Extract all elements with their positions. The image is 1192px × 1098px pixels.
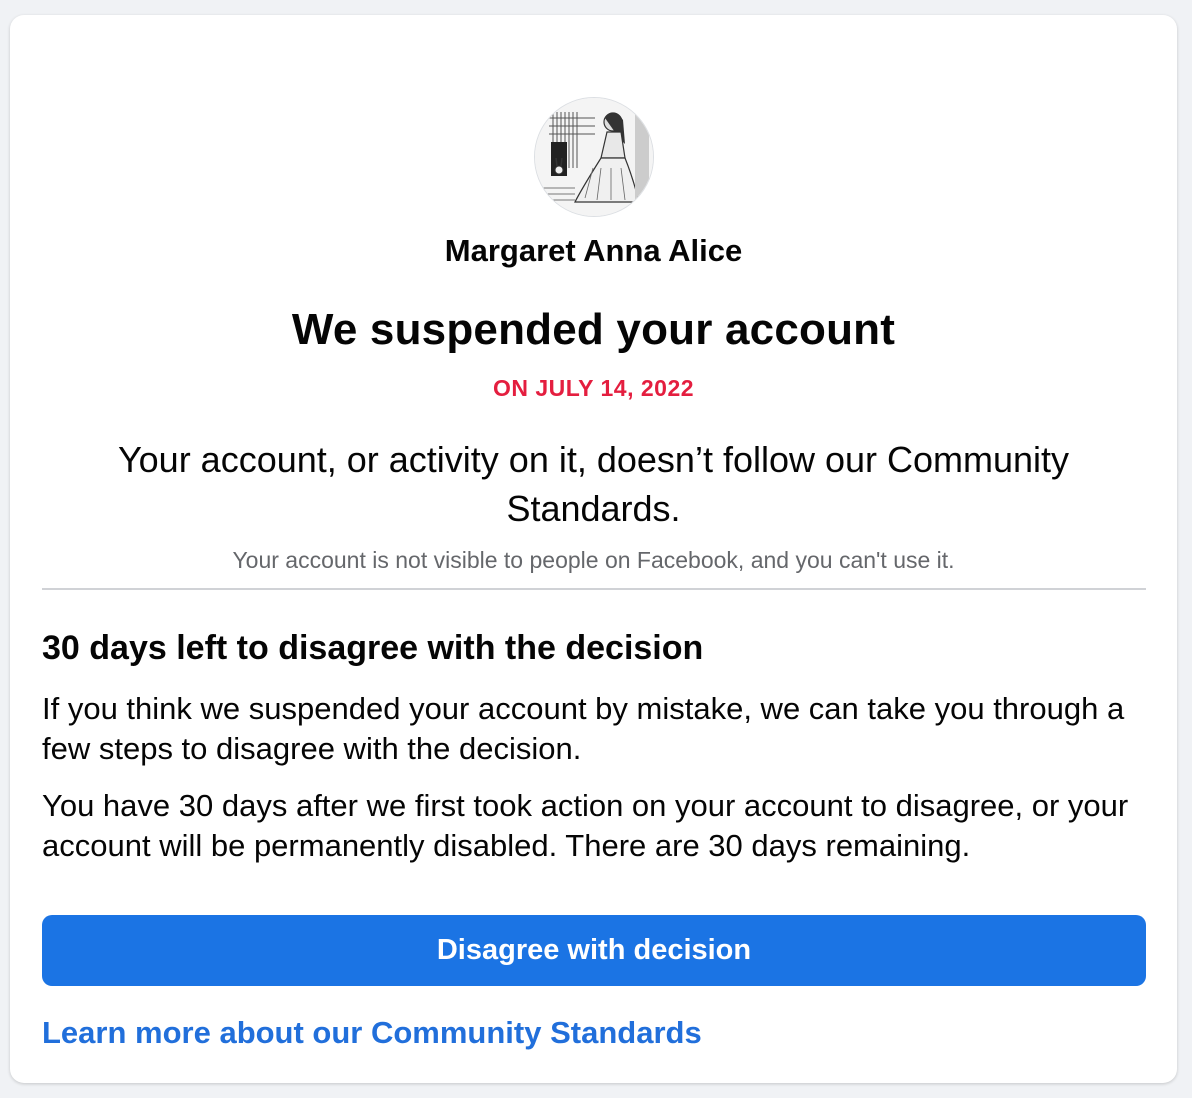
page-title: We suspended your account xyxy=(291,305,896,354)
visibility-note: Your account is not visible to people on… xyxy=(232,547,955,573)
disagree-button[interactable]: Disagree with decision xyxy=(42,915,1146,986)
profile-illustration-icon xyxy=(535,98,653,216)
profile-avatar xyxy=(534,97,654,217)
section-divider xyxy=(42,588,1146,590)
appeal-description: If you think we suspended your account b… xyxy=(42,691,1125,766)
appeal-heading: 30 days left to disagree with the decisi… xyxy=(42,629,704,667)
profile-name: Margaret Anna Alice xyxy=(444,233,743,268)
community-standards-link[interactable]: Learn more about our Community Standards xyxy=(42,1015,702,1051)
suspension-date: ON JULY 14, 2022 xyxy=(492,375,695,401)
suspension-reason: Your account, or activity on it, doesn’t… xyxy=(117,439,1070,529)
appeal-deadline-description: You have 30 days after we first took act… xyxy=(42,788,1129,863)
suspension-card: Margaret Anna Alice We suspended your ac… xyxy=(10,15,1177,1083)
